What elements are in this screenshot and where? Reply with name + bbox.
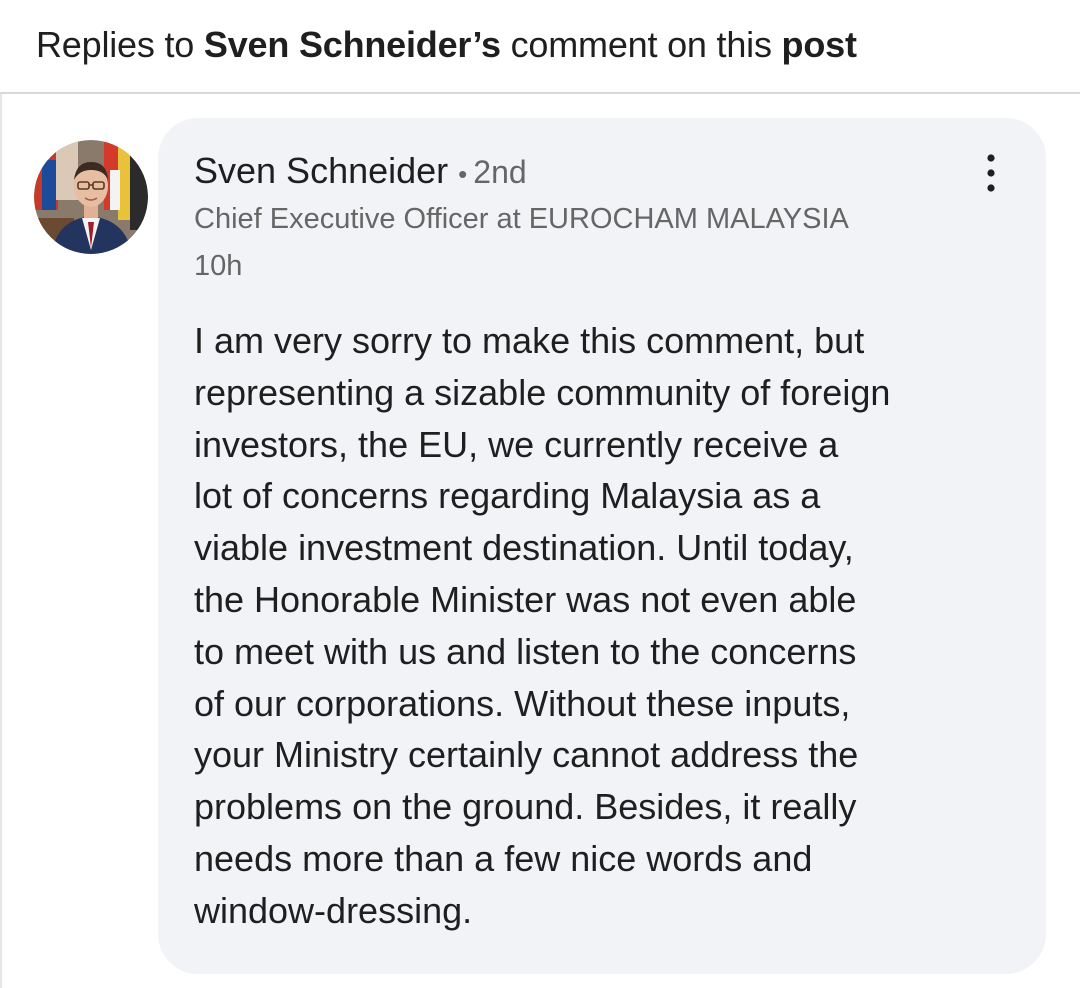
- avatar-photo: [34, 140, 148, 254]
- connection-degree: 2nd: [473, 154, 527, 190]
- comment-line: to meet with us and listen to the concer…: [194, 630, 857, 672]
- page-header: Replies to Sven Schneider’s comment on t…: [0, 0, 1080, 94]
- title-prefix: Replies to: [36, 24, 204, 65]
- comment-line: viable investment destination. Until tod…: [194, 527, 854, 569]
- comment-line: I am very sorry to make this comment, bu…: [194, 320, 865, 361]
- title-author-name[interactable]: Sven Schneider’s: [204, 24, 501, 65]
- comment-line: lot of concerns regarding Malaysia as a: [194, 475, 821, 517]
- comment-timestamp: 10h: [194, 250, 243, 282]
- author-name[interactable]: Sven Schneider: [194, 150, 448, 191]
- title-middle: comment on this: [500, 24, 782, 65]
- comment-line: representing a sizable community of fore…: [194, 371, 891, 413]
- comment-line: needs more than a few nice words and: [194, 837, 813, 879]
- comment-line: of our corporations. Without these input…: [194, 682, 851, 724]
- comment-line: your Ministry certainly cannot address t…: [194, 734, 859, 776]
- comment-line: problems on the ground. Besides, it real…: [194, 786, 857, 828]
- comment-line: investors, the EU, we currently receive …: [194, 423, 839, 465]
- left-divider: [0, 94, 2, 988]
- more-options-button[interactable]: [976, 150, 1006, 196]
- comment-line: the Honorable Minister was not even able: [194, 578, 857, 620]
- author-headline: Chief Executive Officer at EUROCHAM MALA…: [194, 203, 849, 235]
- degree-separator: •: [458, 159, 468, 189]
- post-link[interactable]: post: [782, 24, 857, 65]
- comment-body: I am very sorry to make this comment, bu…: [194, 315, 1024, 937]
- avatar[interactable]: [34, 140, 148, 254]
- comment-line: window-dressing.: [194, 889, 473, 931]
- more-vertical-icon: [987, 154, 995, 192]
- comment-author: Sven Schneider • 2nd: [194, 148, 527, 197]
- page-title: Replies to Sven Schneider’s comment on t…: [36, 22, 857, 68]
